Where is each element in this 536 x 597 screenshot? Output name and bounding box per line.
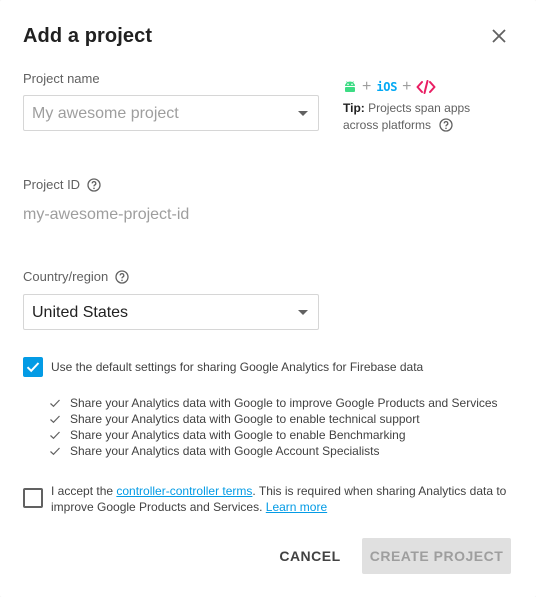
project-name-label-text: Project name <box>23 71 100 86</box>
list-item: Share your Analytics data with Google to… <box>49 395 498 411</box>
project-id-label: Project ID <box>23 177 101 192</box>
list-item-text: Share your Analytics data with Google to… <box>70 396 498 410</box>
create-project-button[interactable]: CREATE PROJECT <box>362 538 511 574</box>
platform-tip: + iOS + Tip: Projects span apps across p… <box>343 78 493 134</box>
learn-more-link[interactable]: Learn more <box>266 500 327 514</box>
project-name-value: My awesome project <box>32 105 179 122</box>
tip-bold: Tip: <box>343 101 365 115</box>
help-icon[interactable] <box>115 269 129 284</box>
default-settings-checkbox[interactable] <box>23 357 43 377</box>
country-select[interactable]: United States <box>23 294 319 330</box>
terms-prefix: I accept the <box>51 484 117 498</box>
ios-icon: iOS <box>376 80 398 94</box>
check-icon <box>50 447 60 456</box>
project-id-label-text: Project ID <box>23 177 81 192</box>
close-button[interactable] <box>487 24 511 48</box>
country-value: United States <box>32 304 129 321</box>
analytics-sharing-list: Share your Analytics data with Google to… <box>49 395 498 459</box>
list-item-text: Share your Analytics data with Google to… <box>70 428 406 442</box>
default-settings-label: Use the default settings for sharing Goo… <box>51 360 424 374</box>
close-icon <box>492 29 506 43</box>
dialog-title: Add a project <box>23 25 153 47</box>
project-name-label: Project name <box>23 71 100 86</box>
dropdown-arrow-icon[interactable] <box>298 111 308 116</box>
terms-link[interactable]: controller-controller terms <box>116 484 252 498</box>
plus-sign: + <box>402 78 412 95</box>
platform-icons: + iOS + <box>343 78 493 96</box>
help-icon[interactable] <box>87 177 101 192</box>
check-icon <box>50 415 60 424</box>
help-icon[interactable] <box>439 118 454 132</box>
list-item: Share your Analytics data with Google Ac… <box>49 443 498 459</box>
list-item: Share your Analytics data with Google to… <box>49 427 498 443</box>
check-icon <box>50 399 60 408</box>
country-label: Country/region <box>23 269 129 284</box>
terms-label: I accept the controller-controller terms… <box>51 483 521 515</box>
add-project-dialog: Add a project Project name My awesome pr… <box>0 0 536 597</box>
web-code-icon <box>416 80 436 94</box>
tip-text: Tip: Projects span apps across platforms <box>343 100 493 134</box>
cancel-button[interactable]: CANCEL <box>272 538 348 574</box>
dropdown-arrow-icon[interactable] <box>298 310 308 315</box>
list-item-text: Share your Analytics data with Google Ac… <box>70 444 380 458</box>
plus-sign: + <box>362 78 372 95</box>
list-item: Share your Analytics data with Google to… <box>49 411 498 427</box>
check-icon <box>50 431 60 440</box>
android-icon <box>345 81 355 92</box>
country-label-text: Country/region <box>23 269 109 284</box>
list-item-text: Share your Analytics data with Google to… <box>70 412 420 426</box>
project-name-combobox[interactable]: My awesome project <box>23 95 319 131</box>
terms-checkbox[interactable] <box>23 488 43 508</box>
project-id-value[interactable]: my-awesome-project-id <box>23 206 189 224</box>
checkmark-icon <box>26 362 40 373</box>
